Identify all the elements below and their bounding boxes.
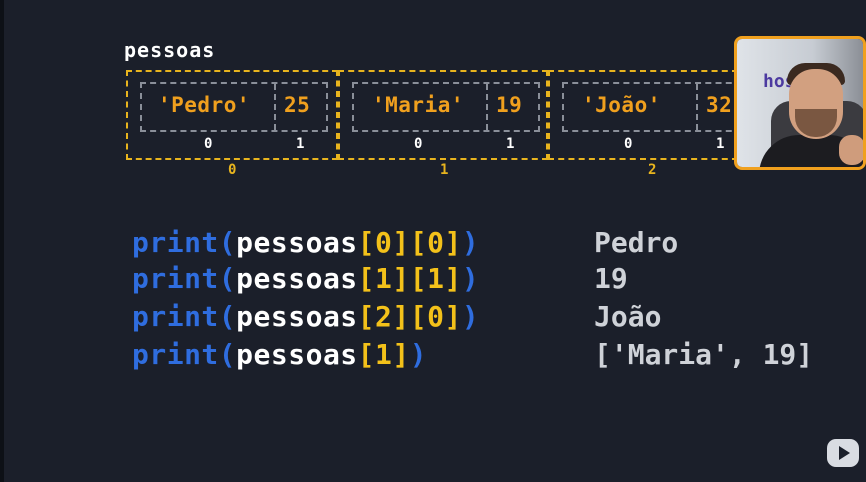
outer-index-label: 0 — [228, 162, 237, 178]
index-brackets: [1][1] — [357, 262, 462, 295]
inner-list-box-0: 'Pedro' 25 — [140, 82, 328, 132]
variable-name: pessoas — [236, 262, 358, 295]
cell-separator — [696, 84, 698, 130]
inner-index-label: 0 — [414, 136, 423, 152]
slide-canvas: pessoas 'Pedro' 25 0 1 0 'Maria' 19 0 1 … — [0, 0, 866, 482]
close-paren: ) — [461, 300, 480, 333]
item-age-cell: 32 — [706, 93, 733, 117]
code-line-4: print(pessoas[1]) — [132, 338, 427, 371]
code-line-1: print(pessoas[0][0]) — [132, 226, 479, 259]
inner-index-label: 1 — [716, 136, 725, 152]
close-paren: ) — [409, 338, 428, 371]
outer-index-label: 2 — [648, 162, 657, 178]
close-paren: ) — [461, 226, 480, 259]
cell-separator — [486, 84, 488, 130]
webcam-overlay: hos — [734, 36, 866, 170]
inner-list-box-2: 'João' 32 — [562, 82, 742, 132]
outer-index-label: 1 — [440, 162, 449, 178]
variable-name: pessoas — [236, 226, 358, 259]
item-name-cell: 'Pedro' — [158, 93, 251, 117]
list-element-box-2: 'João' 32 0 1 — [548, 70, 742, 160]
window-edge — [0, 0, 4, 482]
print-keyword: print( — [132, 226, 237, 259]
list-variable-label: pessoas — [124, 38, 216, 62]
item-name-cell: 'Maria' — [372, 93, 465, 117]
index-brackets: [2][0] — [357, 300, 462, 333]
print-keyword: print( — [132, 262, 237, 295]
inner-list-box-1: 'Maria' 19 — [352, 82, 540, 132]
webcam-presenter-hand — [839, 135, 863, 165]
output-line-4: ['Maria', 19] — [594, 338, 814, 371]
output-line-1: Pedro — [594, 226, 679, 259]
close-paren: ) — [461, 262, 480, 295]
cell-separator — [274, 84, 276, 130]
variable-name: pessoas — [236, 338, 358, 371]
item-age-cell: 25 — [284, 93, 311, 117]
code-line-2: print(pessoas[1][1]) — [132, 262, 479, 295]
item-name-cell: 'João' — [582, 93, 661, 117]
inner-index-label: 0 — [204, 136, 213, 152]
item-age-cell: 19 — [496, 93, 523, 117]
play-logo-icon — [827, 439, 859, 467]
list-element-box-1: 'Maria' 19 0 1 — [338, 70, 548, 160]
variable-name: pessoas — [236, 300, 358, 333]
print-keyword: print( — [132, 338, 237, 371]
output-line-3: João — [594, 300, 662, 333]
inner-index-label: 1 — [506, 136, 515, 152]
inner-index-label: 1 — [296, 136, 305, 152]
output-line-2: 19 — [594, 262, 628, 295]
index-brackets: [1] — [357, 338, 410, 371]
index-brackets: [0][0] — [357, 226, 462, 259]
list-element-box-0: 'Pedro' 25 0 1 — [126, 70, 338, 160]
code-line-3: print(pessoas[2][0]) — [132, 300, 479, 333]
inner-index-label: 0 — [624, 136, 633, 152]
print-keyword: print( — [132, 300, 237, 333]
